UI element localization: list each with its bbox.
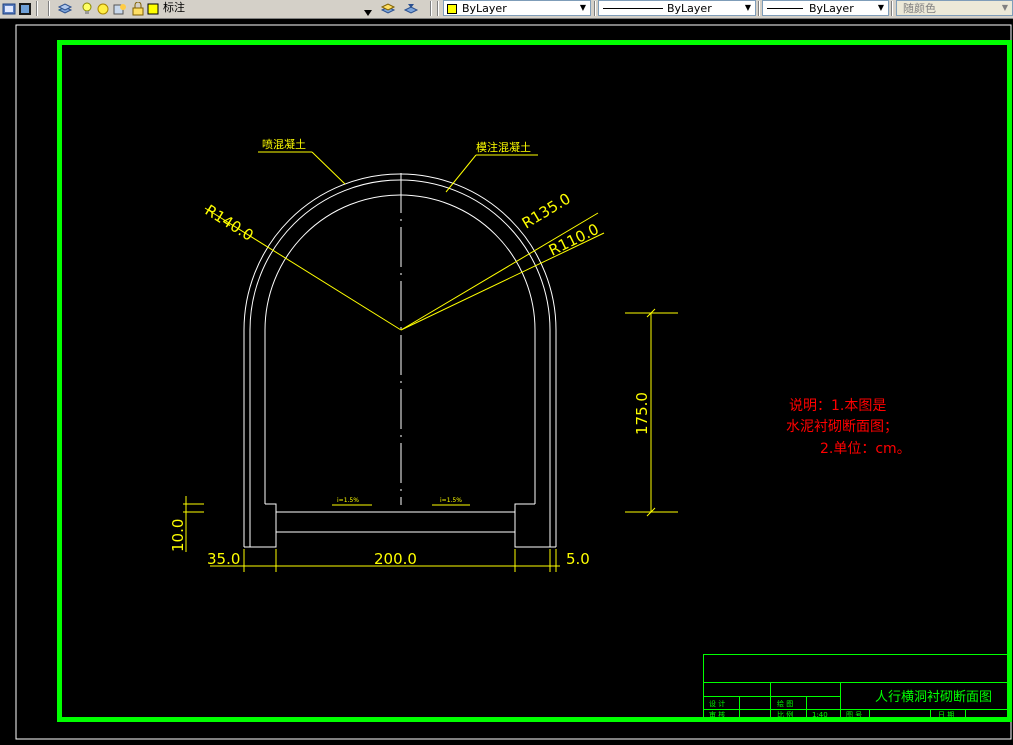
note-line-1: 说明：1.本图是 [789, 398, 886, 414]
plot-style-dropdown[interactable]: 随颜色 ▼ [896, 0, 1013, 16]
dim-radius-inner: R110.0 [546, 220, 602, 260]
layer-dropdown-value: 标注 [163, 1, 185, 14]
title-block-scale-value: 1:40 [812, 711, 828, 719]
chevron-down-icon[interactable]: ▼ [742, 2, 754, 14]
dim-radius-mid: R135.0 [519, 190, 574, 233]
paper-border [15, 24, 1012, 740]
lock-icon[interactable] [132, 1, 146, 16]
title-block-date: 日 期 [938, 711, 954, 719]
color-swatch-icon [447, 3, 457, 14]
dim-right: 5.0 [566, 550, 590, 568]
left-footing [244, 503, 277, 548]
linetype-sample-line [603, 8, 663, 9]
chevron-down-icon[interactable]: ▼ [999, 2, 1011, 14]
note-line-2: 水泥衬砌断面图； [786, 419, 898, 435]
properties-icon[interactable] [18, 1, 32, 15]
title-block-title: 人行横洞衬砌断面图 [875, 690, 992, 705]
drawing-canvas[interactable]: 喷混凝土 模注混凝土 R140.0 R135.0 R110.0 i=1.5% i… [0, 19, 1013, 741]
viewport-freeze-icon[interactable] [113, 1, 127, 15]
lineweight-sample-line [767, 8, 803, 9]
color-control-dropdown[interactable]: ByLayer ▼ [443, 0, 591, 16]
chevron-down-icon[interactable]: ▼ [577, 2, 589, 14]
layer-manager-icon[interactable] [2, 1, 16, 15]
chevron-down-icon[interactable]: ▼ [875, 2, 887, 14]
layers-icon[interactable] [57, 1, 73, 15]
shotcrete-leader [311, 151, 346, 185]
linetype-control-dropdown[interactable]: ByLayer ▼ [598, 0, 756, 16]
title-block-drawing-no: 图 号 [846, 711, 862, 719]
sun-icon[interactable] [96, 1, 110, 15]
chevron-down-icon[interactable] [362, 3, 376, 17]
tunnel-outer-line [243, 173, 557, 547]
make-current-layer-icon[interactable] [380, 1, 396, 15]
plot-style-value: 随颜色 [903, 2, 936, 15]
tunnel-inner-line [264, 194, 536, 504]
color-control-value: ByLayer [462, 2, 507, 15]
title-block-design: 设 计 [709, 699, 725, 708]
layer-dropdown[interactable]: 标注 [159, 0, 373, 16]
dim-width: 200.0 [374, 550, 417, 568]
drawing-svg: 喷混凝土 模注混凝土 R140.0 R135.0 R110.0 i=1.5% i… [15, 24, 1012, 740]
tunnel-shotcrete-line [249, 179, 551, 547]
title-block-scale-label: 比 例 [777, 710, 793, 719]
dim-left: 35.0 [207, 550, 240, 568]
label-shotcrete: 喷混凝土 [262, 137, 306, 151]
bulb-icon[interactable] [81, 1, 95, 15]
title-block-drawing: 绘 图 [777, 699, 793, 708]
dim-radius-outer: R140.0 [202, 201, 257, 245]
label-cast-concrete: 模注混凝土 [476, 140, 531, 154]
slope-left: i=1.5% [337, 497, 359, 504]
lineweight-control-dropdown[interactable]: ByLayer ▼ [762, 0, 889, 16]
layer-previous-icon[interactable] [403, 1, 419, 15]
linetype-control-value: ByLayer [667, 2, 712, 15]
lineweight-control-value: ByLayer [809, 2, 854, 15]
properties-toolbar: 标注 ByLayer ▼ ByLayer ▼ ByLayer ▼ 随颜色 ▼ [0, 0, 1013, 19]
note-line-3: 2.单位：cm。 [820, 441, 911, 457]
dim-height: 175.0 [633, 392, 651, 435]
title-block [703, 654, 1008, 719]
title-block-review: 审 核 [709, 710, 725, 719]
radius-leader-r135 [400, 212, 599, 331]
dim-floor: 10.0 [169, 519, 187, 552]
slope-right: i=1.5% [440, 497, 462, 504]
